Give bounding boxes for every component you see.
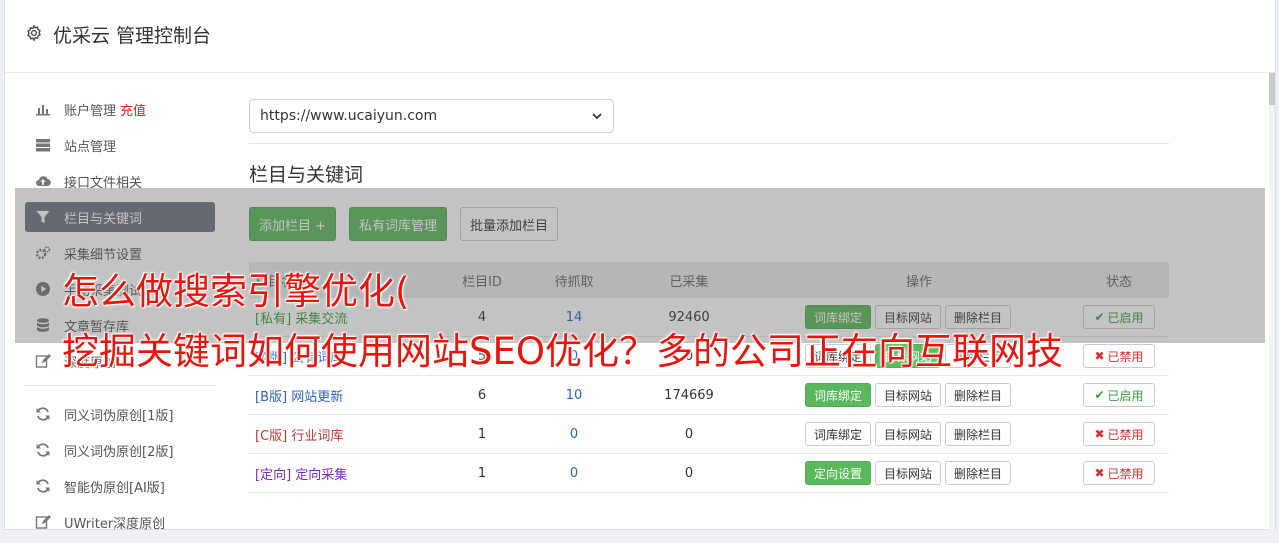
- sidebar-item-uwriter[interactable]: UWriter深度原创: [25, 507, 215, 537]
- table-row: [定向] 定向采集 1 0 0 定向设置 目标网站 删除栏目 ✖ 已禁用: [249, 454, 1169, 493]
- section-title: 栏目与关键词: [249, 164, 364, 186]
- status-toggle[interactable]: ✔ 已启用: [1083, 383, 1155, 407]
- top-bar: 优采云 管理控制台: [5, 0, 1275, 73]
- edit-icon: [35, 515, 51, 529]
- column-tag: [B版]: [255, 389, 288, 405]
- status-toggle[interactable]: ✖ 已禁用: [1083, 461, 1155, 485]
- status-cell: ✖ 已禁用: [1069, 422, 1169, 446]
- delete-column-button[interactable]: 删除栏目: [945, 461, 1012, 485]
- status-label: 已启用: [1107, 388, 1144, 403]
- sidebar-item-label: 同义词伪原创[1版]: [64, 408, 174, 424]
- overlay-band: [15, 188, 1265, 343]
- lexicon-bind-button[interactable]: 词库绑定: [805, 422, 872, 446]
- sidebar-item-ai-rewrite[interactable]: 智能伪原创[AI版]: [25, 471, 215, 501]
- column-id: 1: [477, 465, 487, 481]
- status-cell: ✔ 已启用: [1069, 383, 1169, 407]
- column-id: 6: [477, 387, 487, 403]
- table-row: [C版] 行业词库 1 0 0 词库绑定 目标网站 删除栏目 ✖ 已禁用: [249, 415, 1169, 454]
- column-name: 网站更新: [291, 389, 344, 405]
- banner-line-1: 怎么做搜索引擎优化(: [62, 270, 410, 313]
- wait-count-link[interactable]: 0: [539, 427, 609, 442]
- edit-icon: [35, 354, 51, 368]
- status-label: 已禁用: [1107, 466, 1144, 481]
- column-tag: [定向]: [255, 467, 292, 483]
- table-row: [B版] 网站更新 6 10 174669 词库绑定 目标网站 删除栏目 ✔ 已启…: [249, 376, 1169, 415]
- sidebar-divider: [25, 385, 215, 386]
- cross-icon: ✖: [1094, 349, 1105, 363]
- ops-cell: 定向设置 目标网站 删除栏目: [769, 461, 1069, 485]
- status-toggle[interactable]: ✖ 已禁用: [1083, 422, 1155, 446]
- status-toggle[interactable]: ✖ 已禁用: [1083, 344, 1155, 368]
- banner-line-2: 挖掘关键词如何使用网站SEO优化？多的公司正在向互联网技: [62, 330, 1063, 373]
- lexicon-bind-button[interactable]: 词库绑定: [805, 383, 872, 407]
- status-label: 已禁用: [1107, 427, 1144, 442]
- delete-column-button[interactable]: 删除栏目: [945, 422, 1012, 446]
- sidebar-item-account[interactable]: 账户管理 充值: [25, 94, 215, 124]
- sidebar-item-synonym-v1[interactable]: 同义词伪原创[1版]: [25, 399, 215, 429]
- refresh-icon: [36, 443, 50, 457]
- column-name: 行业词库: [291, 428, 344, 444]
- sidebar-item-label: 账户管理: [64, 103, 117, 119]
- sidebar-item-sites[interactable]: 站点管理: [25, 130, 215, 160]
- recharge-link[interactable]: 充值: [120, 100, 146, 119]
- site-select-value: https://www.ucaiyun.com: [260, 108, 438, 124]
- refresh-icon: [36, 479, 50, 493]
- cross-icon: ✖: [1094, 466, 1105, 480]
- divider: [249, 143, 1169, 144]
- wait-count-link[interactable]: 0: [539, 466, 609, 481]
- gear-icon: [27, 24, 41, 42]
- target-site-button[interactable]: 目标网站: [875, 461, 942, 485]
- console-title: 优采云 管理控制台: [53, 25, 212, 47]
- targeting-settings-button[interactable]: 定向设置: [805, 461, 872, 485]
- ops-cell: 词库绑定 目标网站 删除栏目: [769, 422, 1069, 446]
- sidebar-item-label: 同义词伪原创[2版]: [64, 444, 174, 460]
- sidebar-item-label: 智能伪原创[AI版]: [64, 480, 165, 496]
- sidebar-item-label: 站点管理: [64, 139, 117, 155]
- target-site-button[interactable]: 目标网站: [875, 383, 942, 407]
- check-icon: ✔: [1094, 388, 1105, 402]
- cloud-upload-icon: [36, 176, 51, 187]
- server-icon: [36, 139, 50, 152]
- done-count: 0: [684, 426, 694, 442]
- sidebar-item-synonym-v2[interactable]: 同义词伪原创[2版]: [25, 435, 215, 465]
- scrollbar-track[interactable]: [1269, 73, 1275, 530]
- column-tag: [C版]: [255, 428, 288, 444]
- status-cell: ✖ 已禁用: [1069, 461, 1169, 485]
- bar-chart-icon: [36, 105, 50, 116]
- column-name-cell[interactable]: [C版] 行业词库: [249, 425, 425, 444]
- status-cell: ✖ 已禁用: [1069, 344, 1169, 368]
- scrollbar-thumb[interactable]: [1269, 73, 1275, 105]
- ops-cell: 词库绑定 目标网站 删除栏目: [769, 383, 1069, 407]
- refresh-icon: [36, 407, 50, 421]
- done-count: 0: [684, 465, 694, 481]
- column-name-cell[interactable]: [定向] 定向采集: [249, 464, 425, 483]
- sidebar-item-label: UWriter深度原创: [64, 516, 166, 532]
- column-id: 1: [477, 426, 487, 442]
- column-name: 定向采集: [295, 467, 348, 483]
- column-name-cell[interactable]: [B版] 网站更新: [249, 386, 425, 405]
- delete-column-button[interactable]: 删除栏目: [945, 383, 1012, 407]
- cross-icon: ✖: [1094, 427, 1105, 441]
- done-count: 174669: [664, 387, 714, 403]
- site-select[interactable]: https://www.ucaiyun.com: [249, 99, 614, 133]
- target-site-button[interactable]: 目标网站: [875, 422, 942, 446]
- wait-count-link[interactable]: 10: [539, 388, 609, 403]
- status-label: 已禁用: [1107, 349, 1144, 364]
- chevron-down-icon: [592, 113, 602, 120]
